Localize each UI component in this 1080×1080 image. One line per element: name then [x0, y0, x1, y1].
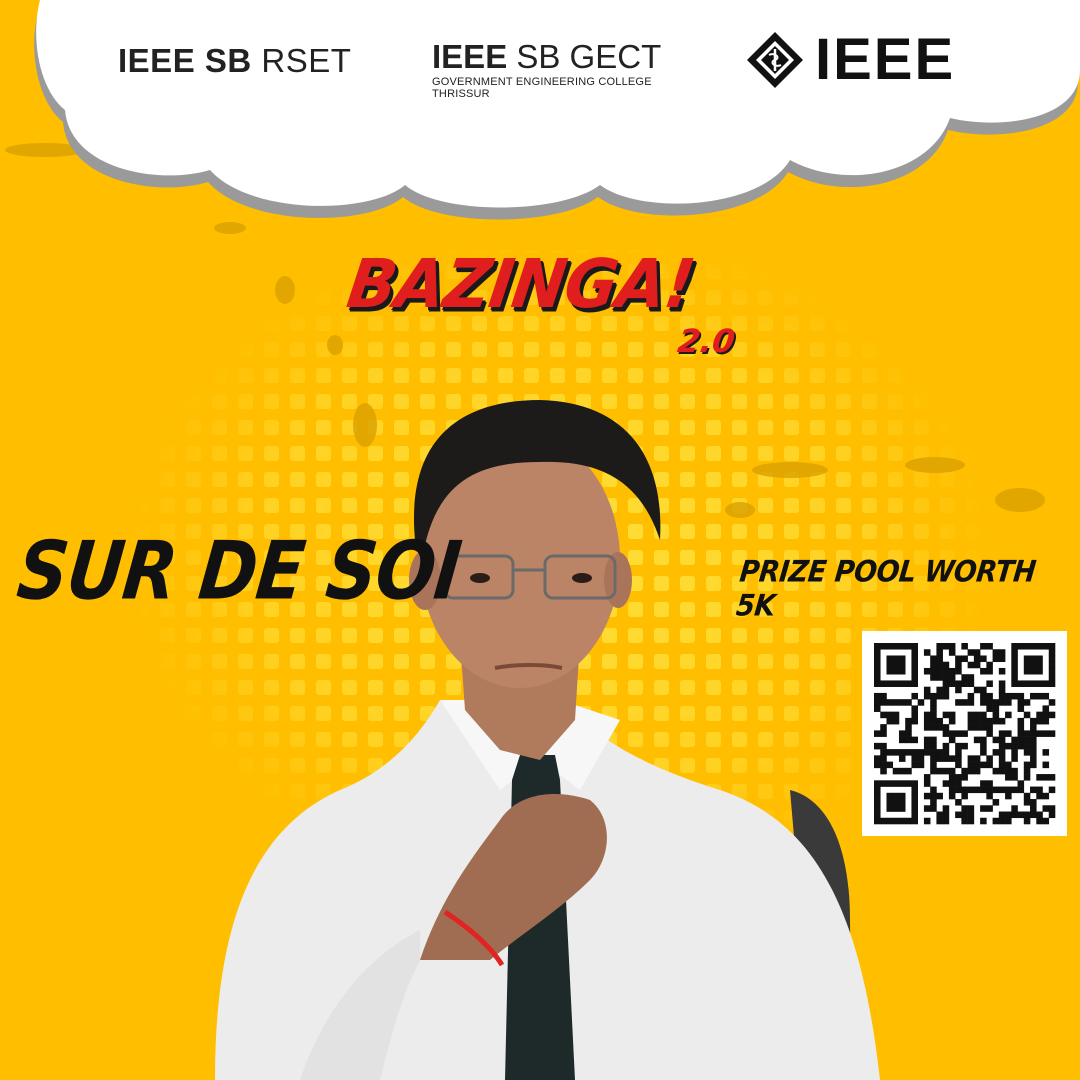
ieee-diamond-icon: [747, 32, 803, 88]
gect-logo-light: SB GECT: [507, 38, 662, 75]
event-version: 2.0: [675, 322, 738, 360]
qr-code-image[interactable]: [862, 631, 1067, 836]
gect-logo-bold: IEEE: [432, 38, 508, 75]
rset-logo-bold: IEEE SB: [118, 42, 252, 79]
rset-logo-light: RSET: [251, 42, 352, 79]
qr-code[interactable]: [862, 631, 1067, 836]
gect-subtitle-line2: THRISSUR: [432, 88, 490, 100]
event-name: SUR DE SOI: [13, 523, 465, 619]
event-poster: IEEE SB RSET IEEE SB GECT GOVERNMENT ENG…: [0, 0, 1080, 1080]
rset-logo: IEEE SB RSET: [118, 42, 351, 80]
gect-subtitle-line1: GOVERNMENT ENGINEERING COLLEGE: [432, 76, 652, 88]
event-title: BAZINGA!: [342, 246, 699, 324]
prize-pool-text: PRIZE POOL WORTH 5K: [734, 554, 1038, 624]
ieee-logo: IEEE: [745, 30, 955, 90]
ieee-wordmark: IEEE: [815, 27, 956, 92]
gect-logo: IEEE SB GECT GOVERNMENT ENGINEERING COLL…: [432, 38, 662, 101]
